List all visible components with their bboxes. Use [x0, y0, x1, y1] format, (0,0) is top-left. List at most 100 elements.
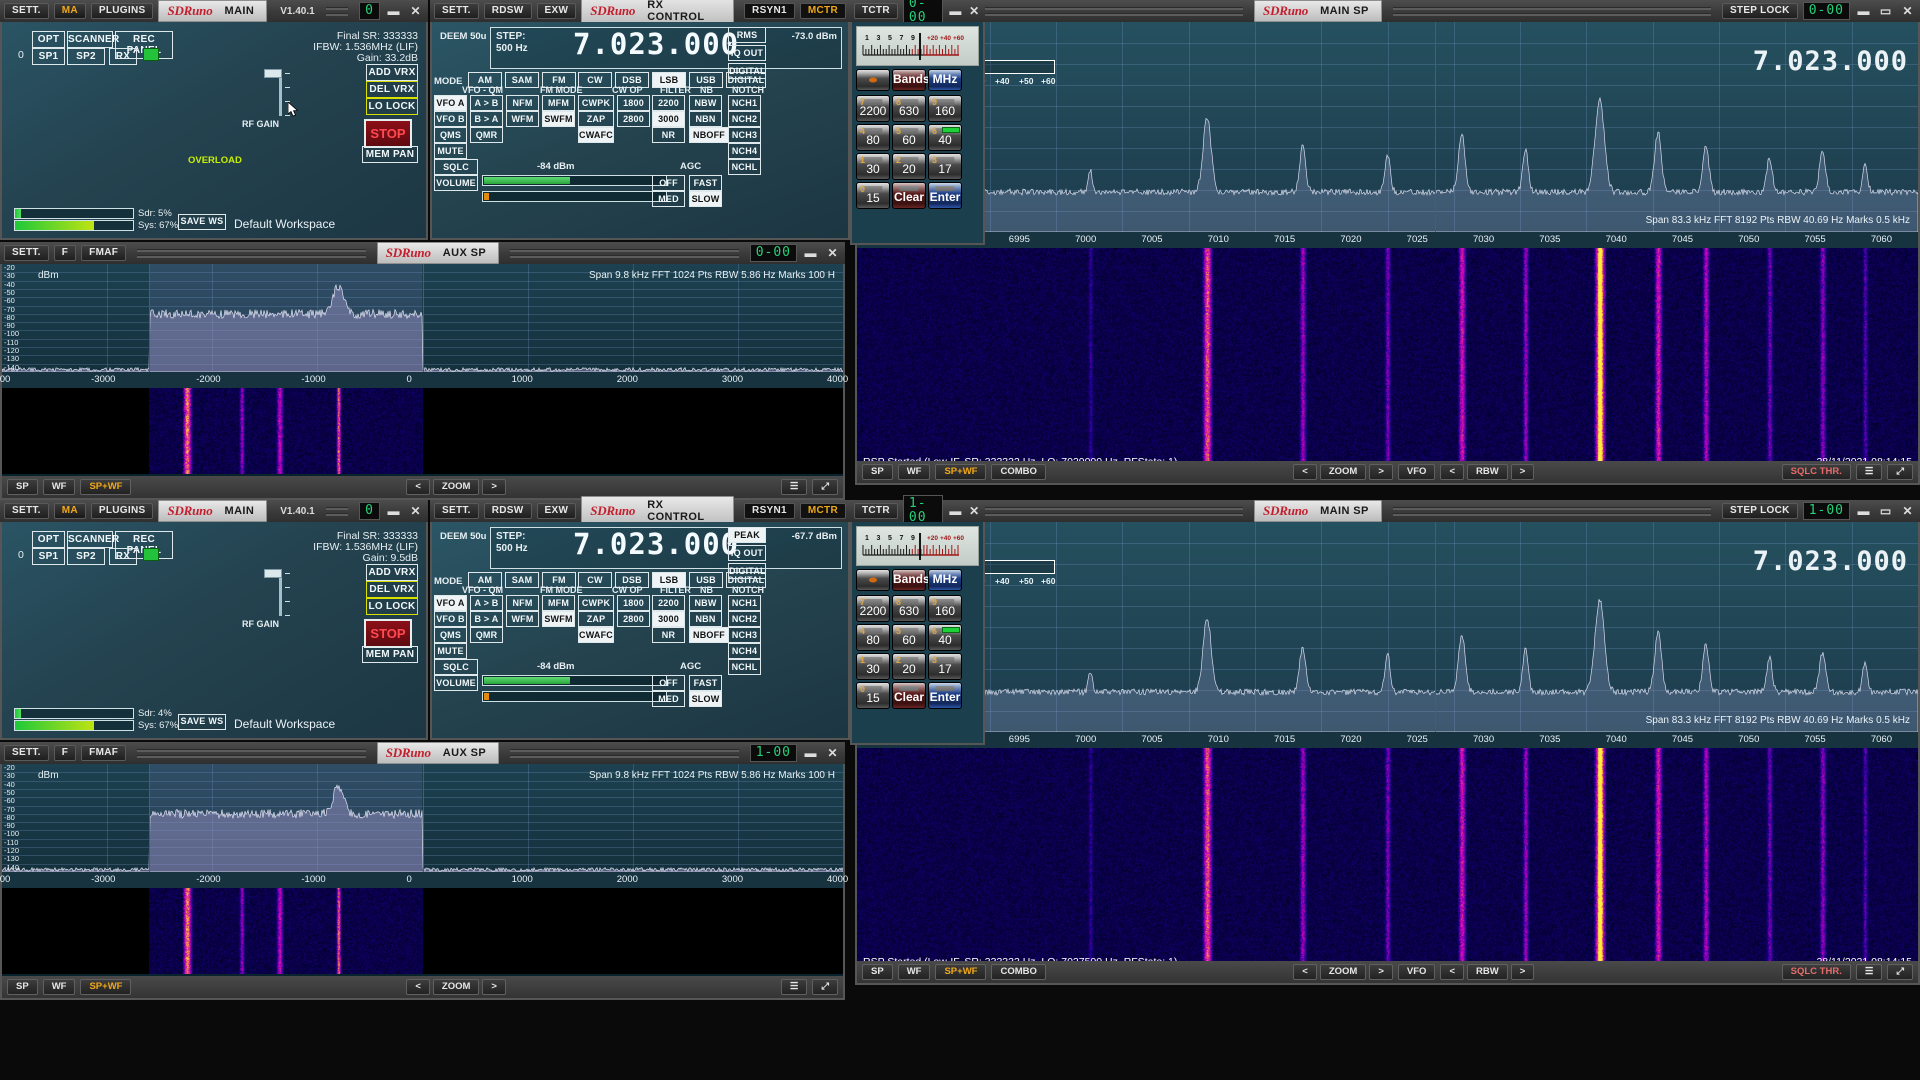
notch-button-nch2[interactable]: NCH2 [728, 611, 761, 627]
main-button-sp2[interactable]: SP2 [67, 48, 105, 65]
ab-button-1[interactable]: B > A [470, 111, 503, 127]
zoom-out-button[interactable]: < [1293, 964, 1317, 980]
close-icon[interactable]: ✕ [407, 3, 424, 19]
filter-button-2800[interactable]: 2800 [617, 111, 650, 127]
main-button-opt[interactable]: OPT [32, 531, 65, 548]
aux-fmaf-button[interactable]: FMAF [81, 245, 127, 261]
vfo-button-vfo-b[interactable]: VFO B [434, 111, 467, 127]
notch-button-nch1[interactable]: NCH1 [728, 95, 761, 111]
rx-sett-button[interactable]: SETT. [434, 503, 479, 519]
main-button-scanner[interactable]: SCANNER [67, 31, 119, 48]
settings-icon[interactable]: ☰ [1855, 964, 1883, 980]
keypad-button-20[interactable]: 2 20 [892, 153, 926, 180]
rbw-up-button[interactable]: > [1510, 964, 1535, 980]
main-sett-button[interactable]: SETT. [4, 3, 49, 19]
rbw-up-button[interactable]: > [1510, 464, 1535, 480]
keypad-button-60[interactable]: 5 60 [892, 124, 926, 151]
clear-button[interactable]: Clear [892, 682, 926, 709]
close-icon[interactable]: ✕ [407, 503, 424, 519]
keypad-button-30[interactable]: 1 30 [856, 153, 890, 180]
minimize-icon[interactable]: ▬ [948, 3, 962, 19]
zoom-in-button[interactable]: > [1369, 464, 1393, 480]
vrx-button-add-vrx[interactable]: ADD VRX [366, 564, 418, 581]
minimize-icon[interactable]: ▬ [802, 745, 819, 761]
keypad-button-15[interactable]: 0 15 [856, 682, 890, 709]
volume-slider[interactable] [482, 191, 667, 202]
sp-view-combo[interactable]: COMBO [991, 464, 1046, 480]
minimize-icon[interactable]: ▬ [385, 3, 402, 19]
rx-rsyn1-button[interactable]: RSYN1 [744, 503, 795, 519]
side-button-iq-out[interactable]: IQ OUT [728, 545, 766, 561]
rf-gain-slider-thumb[interactable] [264, 69, 282, 78]
zoom-out-button[interactable]: < [406, 979, 430, 995]
notch-button-nch2[interactable]: NCH2 [728, 111, 761, 127]
vrx-button-del-vrx[interactable]: DEL VRX [366, 81, 418, 98]
vfo-button-vfo-b[interactable]: VFO B [434, 611, 467, 627]
mode-button-sam[interactable]: SAM [505, 572, 539, 588]
tctr-title-button[interactable]: TCTR [854, 3, 898, 19]
mode-button-sam[interactable]: SAM [505, 72, 539, 88]
filter-button-1800[interactable]: 1800 [617, 595, 650, 611]
waterfall-display[interactable] [857, 748, 1918, 971]
cwop-button-zap[interactable]: ZAP [578, 611, 614, 627]
spectrum-display[interactable]: 6789+10+20+30+40+50+60SNR: 8.9 dB7.023.0… [857, 522, 1918, 732]
ab-button-2[interactable]: QMR [470, 127, 503, 143]
agc-button-off[interactable]: OFF [652, 675, 685, 691]
sp-view-sp[interactable]: SP [862, 464, 893, 480]
cwop-button-cwpk[interactable]: CWPK [578, 595, 614, 611]
vfo-button-sqlc[interactable]: SQLC [434, 659, 478, 675]
nb-button-nr[interactable]: NR [652, 127, 685, 143]
main-ma-button[interactable]: MA [53, 3, 86, 19]
notch-button-nch4[interactable]: NCH4 [728, 643, 761, 659]
keypad-button-630[interactable]: 8 630 [892, 95, 926, 122]
main-button-opt[interactable]: OPT [32, 31, 65, 48]
main-plugins-button[interactable]: PLUGINS [90, 3, 154, 19]
agc-button-slow[interactable]: SLOW [689, 191, 722, 207]
keypad-button-80[interactable]: 4 80 [856, 124, 890, 151]
expand-icon[interactable]: ⤢ [812, 479, 839, 495]
keypad-button-2200[interactable]: 7 2200 [856, 595, 890, 622]
close-icon[interactable]: ✕ [967, 503, 981, 519]
mode-button-cw[interactable]: CW [578, 572, 612, 588]
rf-gain-slider-thumb[interactable] [264, 569, 282, 578]
stop-button[interactable]: STOP [364, 119, 412, 148]
filter-button-3000[interactable]: 3000 [652, 111, 685, 127]
maximize-icon[interactable]: ▭ [1877, 3, 1894, 19]
nb-button-nboff[interactable]: NBOFF [689, 127, 729, 143]
rx-sett-button[interactable]: SETT. [434, 3, 479, 19]
aux-spectrum-display[interactable]: -20 -30 -40 -50 -60 -70 -80 -90 -100 -110 -120 -130… [2, 764, 843, 872]
main-sett-button[interactable]: SETT. [4, 503, 49, 519]
nb-button-nboff[interactable]: NBOFF [689, 627, 729, 643]
expand-icon[interactable]: ⤢ [1887, 464, 1913, 480]
minimize-icon[interactable]: ▬ [1855, 503, 1872, 519]
settings-icon[interactable]: ☰ [1855, 464, 1883, 480]
aux-view-wf[interactable]: WF [42, 479, 76, 495]
settings-icon[interactable]: ☰ [780, 479, 808, 495]
main-button-rx[interactable]: RX [109, 48, 137, 65]
minimize-icon[interactable]: ▬ [802, 245, 819, 261]
keypad-button-160[interactable]: 9 160 [928, 95, 962, 122]
rx-exw-button[interactable]: EXW [536, 503, 577, 519]
sp-view-wf[interactable]: WF [897, 964, 931, 980]
mem-pan-button[interactable]: MEM PAN [362, 646, 418, 663]
step-lock-button[interactable]: STEP LOCK [1721, 503, 1798, 519]
enter-button[interactable]: Enter [928, 682, 962, 709]
fmmode-button-mfm[interactable]: MFM [542, 595, 575, 611]
vfo-button-qms[interactable]: QMS [434, 127, 467, 143]
fmmode-button-swfm[interactable]: SWFM [542, 111, 575, 127]
ab-button-0[interactable]: A > B [470, 95, 503, 111]
notch-button-nch1[interactable]: NCH1 [728, 595, 761, 611]
side-button-iq-out[interactable]: IQ OUT [728, 45, 766, 61]
aux-view-sp[interactable]: SP [7, 479, 38, 495]
expand-icon[interactable]: ⤢ [1887, 964, 1913, 980]
sp-view-sp-wf[interactable]: SP+WF [935, 964, 987, 980]
agc-button-slow[interactable]: SLOW [689, 691, 722, 707]
aux-waterfall[interactable] [2, 888, 843, 974]
notch-button-nch3[interactable]: NCH3 [728, 127, 761, 143]
keypad-button-17[interactable]: 3 17 [928, 153, 962, 180]
mhz-button[interactable]: MHz [928, 69, 962, 91]
zoom-out-button[interactable]: < [1293, 464, 1317, 480]
rbw-down-button[interactable]: < [1440, 464, 1464, 480]
main-plugins-button[interactable]: PLUGINS [90, 503, 154, 519]
save-ws-button[interactable]: SAVE WS [178, 214, 226, 230]
